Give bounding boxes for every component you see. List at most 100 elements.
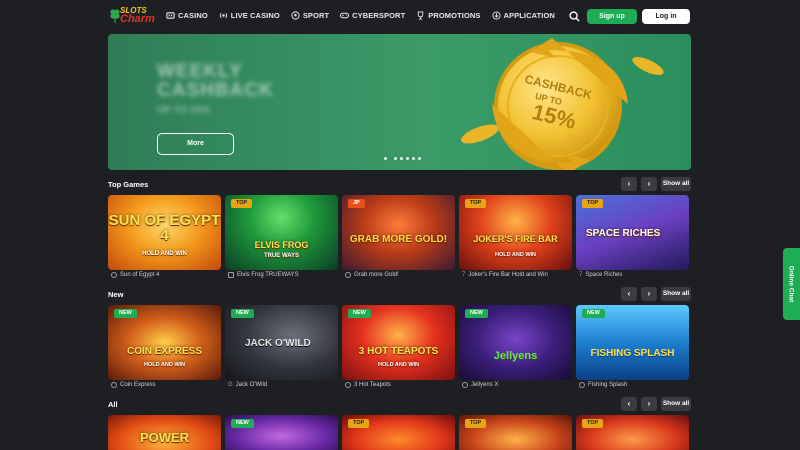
game-card[interactable]: TOP bbox=[459, 415, 572, 450]
site-logo[interactable]: SLOTS Charm bbox=[110, 6, 155, 28]
provider-chip-icon bbox=[462, 382, 468, 388]
game-card[interactable]: NEW Jellyens bbox=[459, 305, 572, 380]
badge-new: NEW bbox=[582, 309, 605, 318]
game-caption[interactable]: Sun of Egypt 4 bbox=[111, 272, 159, 278]
game-card[interactable]: NEW FISHING SPLASH bbox=[576, 305, 689, 380]
game-caption[interactable]: Grab more Gold! bbox=[345, 272, 399, 278]
coin-illustration bbox=[461, 38, 664, 170]
search-icon[interactable] bbox=[569, 11, 580, 22]
game-art-subtitle: HOLD AND WIN bbox=[494, 252, 537, 258]
main-nav: CASINO LIVE CASINO SPORT CYBERSPORT PROM… bbox=[166, 11, 566, 20]
game-caption[interactable]: 7 Joker's Fire Bar Hold and Win bbox=[462, 272, 548, 278]
badge-top: TOP bbox=[231, 199, 253, 208]
game-card[interactable]: NEW 3 HOT TEAPOTS HOLD AND WIN bbox=[342, 305, 455, 380]
online-chat-button[interactable]: Online Chat bbox=[783, 248, 800, 320]
banner-title-line2: CASHBACK bbox=[157, 80, 274, 101]
badge-new: NEW bbox=[465, 309, 488, 318]
provider-g-icon: G bbox=[228, 382, 233, 388]
carousel-dot[interactable] bbox=[412, 157, 415, 160]
next-button[interactable]: › bbox=[641, 177, 657, 191]
game-caption[interactable]: Elvis Frog TRUEWAYS bbox=[228, 272, 299, 278]
casino-icon bbox=[166, 12, 175, 19]
game-art-subtitle: TRUE WAYS bbox=[263, 253, 300, 259]
provider-doc-icon bbox=[228, 272, 234, 278]
game-art-title: SPACE RICHES bbox=[586, 228, 661, 239]
game-art-title: SUN OF EGYPT 4 bbox=[108, 212, 221, 244]
chevron-left-icon: ‹ bbox=[627, 289, 631, 298]
game-art-title: Jellyens bbox=[493, 350, 538, 362]
login-button[interactable]: Log in bbox=[642, 9, 690, 24]
show-all-button[interactable]: Show all bbox=[661, 287, 691, 301]
carousel-dot[interactable] bbox=[384, 157, 387, 160]
game-caption[interactable]: Coin Express bbox=[111, 382, 156, 388]
game-caption[interactable]: G Jack O'Wild bbox=[228, 382, 267, 388]
next-button[interactable]: › bbox=[641, 287, 657, 301]
promo-banner[interactable]: WEEKLY CASHBACK UP TO 15% More CASHBACK … bbox=[108, 34, 691, 170]
nav-promotions[interactable]: PROMOTIONS bbox=[416, 11, 480, 20]
section-title-all: All bbox=[108, 400, 118, 409]
game-card[interactable]: SUN OF EGYPT 4 HOLD AND WIN bbox=[108, 195, 221, 270]
game-card[interactable]: NEW JACK O'WILD bbox=[225, 305, 338, 380]
game-card[interactable]: TOP bbox=[342, 415, 455, 450]
badge-new: NEW bbox=[348, 309, 371, 318]
badge-new: NEW bbox=[114, 309, 137, 318]
prev-button[interactable]: ‹ bbox=[621, 177, 637, 191]
game-name: Jellyens X bbox=[471, 382, 499, 388]
nav-live-casino[interactable]: LIVE CASINO bbox=[219, 11, 280, 20]
carousel-dot[interactable] bbox=[406, 157, 409, 160]
nav-application[interactable]: APPLICATION bbox=[491, 11, 555, 20]
game-name: Grab more Gold! bbox=[354, 272, 399, 278]
chevron-left-icon: ‹ bbox=[627, 399, 631, 408]
carousel-dots bbox=[384, 157, 421, 160]
game-card[interactable]: JP GRAB MORE GOLD! bbox=[342, 195, 455, 270]
badge-new: NEW bbox=[231, 419, 254, 428]
provider-circle-icon bbox=[579, 382, 585, 388]
badge-jp: JP bbox=[348, 199, 365, 208]
clover-icon bbox=[110, 9, 120, 23]
game-art-title: FISHING SPLASH bbox=[590, 348, 675, 359]
carousel-dot[interactable] bbox=[418, 157, 421, 160]
more-button[interactable]: More bbox=[157, 133, 234, 155]
ball-icon bbox=[291, 11, 300, 20]
game-card[interactable]: NEW COIN EXPRESS HOLD AND WIN bbox=[108, 305, 221, 380]
carousel-dot[interactable] bbox=[394, 157, 397, 160]
game-art-subtitle: HOLD AND WIN bbox=[377, 362, 420, 368]
badge-top: TOP bbox=[465, 199, 487, 208]
provider-seven-icon: 7 bbox=[579, 272, 583, 278]
banner-subtitle: UP TO 15% bbox=[157, 105, 210, 116]
game-name: Elvis Frog TRUEWAYS bbox=[237, 272, 299, 278]
show-all-button[interactable]: Show all bbox=[661, 177, 691, 191]
prev-button[interactable]: ‹ bbox=[621, 287, 637, 301]
show-all-button[interactable]: Show all bbox=[661, 397, 691, 411]
game-caption[interactable]: 3 Hot Teapots bbox=[345, 382, 391, 388]
badge-top: TOP bbox=[582, 419, 604, 428]
game-card[interactable]: TOP JOKER'S FIRE BAR HOLD AND WIN bbox=[459, 195, 572, 270]
game-name: 3 Hot Teapots bbox=[354, 382, 391, 388]
signup-button[interactable]: Sign up bbox=[587, 9, 637, 24]
online-chat-label: Online Chat bbox=[787, 265, 795, 303]
badge-new: NEW bbox=[231, 309, 254, 318]
game-name: Coin Express bbox=[120, 382, 156, 388]
nav-sport[interactable]: SPORT bbox=[291, 11, 329, 20]
game-card[interactable]: TOP bbox=[576, 415, 689, 450]
game-caption[interactable]: Fishing Splash bbox=[579, 382, 627, 388]
carousel-dot[interactable] bbox=[400, 157, 403, 160]
game-name: Joker's Fire Bar Hold and Win bbox=[468, 272, 548, 278]
prev-button[interactable]: ‹ bbox=[621, 397, 637, 411]
game-card[interactable]: NEW bbox=[225, 415, 338, 450]
next-button[interactable]: › bbox=[641, 397, 657, 411]
provider-chip-icon bbox=[111, 382, 117, 388]
badge-top: TOP bbox=[348, 419, 370, 428]
nav-casino[interactable]: CASINO bbox=[166, 11, 208, 20]
game-art-title: 3 HOT TEAPOTS bbox=[358, 346, 439, 357]
provider-chip-icon bbox=[345, 382, 351, 388]
game-card[interactable]: TOP ELVIS FROG TRUE WAYS bbox=[225, 195, 338, 270]
game-card[interactable]: TOP SPACE RICHES bbox=[576, 195, 689, 270]
nav-cybersport[interactable]: CYBERSPORT bbox=[340, 11, 405, 20]
logo-text-bottom: Charm bbox=[120, 13, 155, 25]
game-caption[interactable]: Jellyens X bbox=[462, 382, 498, 388]
game-card[interactable]: POWER bbox=[108, 415, 221, 450]
game-caption[interactable]: 7 Space Riches bbox=[579, 272, 622, 278]
nav-live-casino-label: LIVE CASINO bbox=[230, 11, 280, 20]
provider-chip-icon bbox=[345, 272, 351, 278]
